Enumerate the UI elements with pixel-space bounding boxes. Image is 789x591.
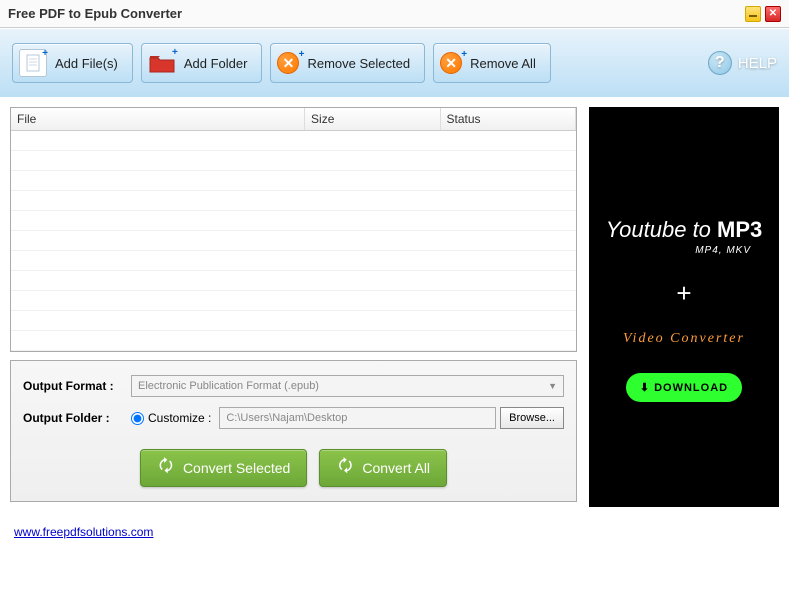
remove-all-button[interactable]: ✕+ Remove All [433, 43, 551, 83]
table-row [11, 171, 576, 191]
ad-headline: Youtube to MP3 [606, 217, 763, 243]
ad-line3: Video Converter [623, 331, 745, 347]
remove-selected-label: Remove Selected [307, 56, 410, 71]
table-row [11, 331, 576, 351]
file-list-table[interactable]: File Size Status [10, 107, 577, 352]
browse-button[interactable]: Browse... [500, 407, 564, 429]
footer: www.freepdfsolutions.com [0, 517, 789, 547]
refresh-icon: 🗘 [157, 459, 175, 477]
toolbar: + Add File(s) + Add Folder ✕+ Remove Sel… [0, 28, 789, 97]
add-folder-label: Add Folder [184, 56, 248, 71]
convert-selected-label: Convert Selected [183, 460, 290, 476]
minimize-icon [748, 9, 758, 19]
output-format-value: Electronic Publication Format (.epub) [138, 380, 319, 392]
remove-selected-button[interactable]: ✕+ Remove Selected [270, 43, 425, 83]
column-header-file[interactable]: File [11, 108, 305, 131]
convert-selected-button[interactable]: 🗘 Convert Selected [140, 449, 307, 487]
remove-all-x-icon: ✕+ [440, 52, 462, 74]
remove-all-label: Remove All [470, 56, 536, 71]
download-arrow-icon: ⬇ [640, 381, 650, 394]
table-row [11, 291, 576, 311]
side-advertisement[interactable]: Youtube to MP3 MP4, MKV + Video Converte… [589, 107, 779, 507]
column-header-status[interactable]: Status [440, 108, 575, 131]
title-bar: Free PDF to Epub Converter ✕ [0, 0, 789, 28]
close-icon: ✕ [769, 8, 777, 19]
table-row [11, 191, 576, 211]
document-plus-icon: + [19, 49, 47, 77]
table-row [11, 131, 576, 151]
output-format-select[interactable]: Electronic Publication Format (.epub) ▼ [131, 375, 564, 397]
app-title: Free PDF to Epub Converter [8, 6, 741, 21]
refresh-icon: 🗘 [336, 459, 354, 477]
help-label: HELP [738, 55, 777, 72]
table-row [11, 231, 576, 251]
table-row [11, 151, 576, 171]
convert-all-label: Convert All [362, 460, 430, 476]
customize-label: Customize : [148, 411, 211, 425]
close-button[interactable]: ✕ [765, 6, 781, 22]
convert-all-button[interactable]: 🗘 Convert All [319, 449, 447, 487]
output-settings-panel: Output Format : Electronic Publication F… [10, 360, 577, 502]
add-files-button[interactable]: + Add File(s) [12, 43, 133, 83]
output-format-label: Output Format : [23, 379, 131, 393]
table-row [11, 271, 576, 291]
table-row [11, 311, 576, 331]
customize-radio-input[interactable] [131, 412, 144, 425]
table-row [11, 251, 576, 271]
ad-download-button[interactable]: ⬇ DOWNLOAD [626, 373, 742, 402]
add-folder-button[interactable]: + Add Folder [141, 43, 263, 83]
folder-plus-icon: + [148, 49, 176, 77]
output-folder-label: Output Folder : [23, 411, 131, 425]
table-row [11, 211, 576, 231]
ad-subhead: MP4, MKV [695, 245, 751, 256]
add-files-label: Add File(s) [55, 56, 118, 71]
plus-icon: + [676, 278, 691, 309]
footer-link[interactable]: www.freepdfsolutions.com [14, 525, 153, 539]
output-folder-input[interactable] [219, 407, 496, 429]
customize-radio[interactable]: Customize : [131, 411, 211, 425]
minimize-button[interactable] [745, 6, 761, 22]
column-header-size[interactable]: Size [305, 108, 440, 131]
chevron-down-icon: ▼ [548, 381, 557, 391]
help-button[interactable]: ? HELP [708, 51, 777, 75]
remove-x-icon: ✕+ [277, 52, 299, 74]
help-icon: ? [708, 51, 732, 75]
